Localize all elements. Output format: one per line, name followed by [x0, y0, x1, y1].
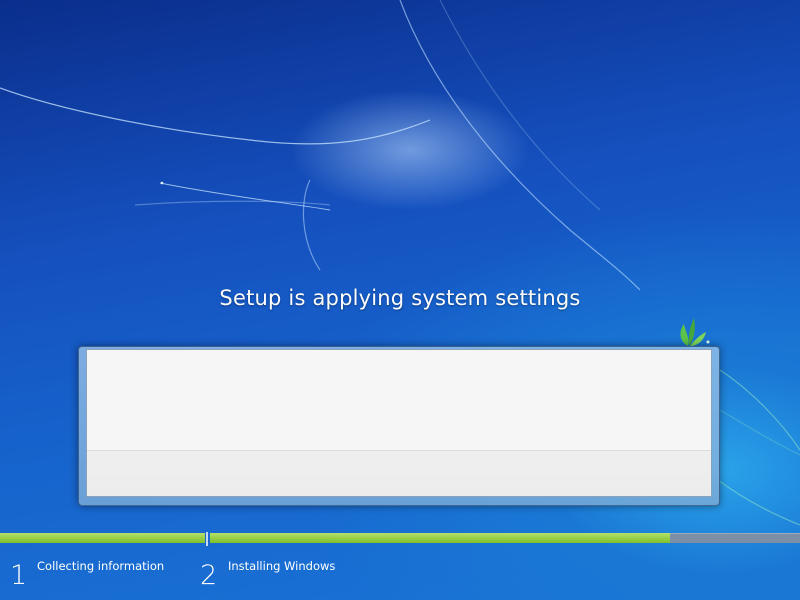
progress-segment-divider [206, 532, 208, 546]
setup-dialog-content [86, 349, 712, 497]
step-label: Installing Windows [228, 559, 336, 573]
progress-segment-collecting-information [0, 533, 205, 543]
step-number: 1 [10, 560, 28, 591]
step-number: 2 [200, 560, 218, 591]
progress-fill-installing-windows [210, 533, 671, 543]
progress-segment-installing-windows [210, 533, 800, 543]
setup-dialog-window [78, 346, 720, 506]
setup-dialog-footer [87, 450, 711, 496]
progress-fill-collecting-information [0, 533, 205, 543]
step-label: Collecting information [37, 559, 165, 573]
windows-leaf-icon [680, 318, 710, 346]
installation-progress-bar [0, 532, 800, 546]
setup-status-title: Setup is applying system settings [219, 286, 581, 310]
